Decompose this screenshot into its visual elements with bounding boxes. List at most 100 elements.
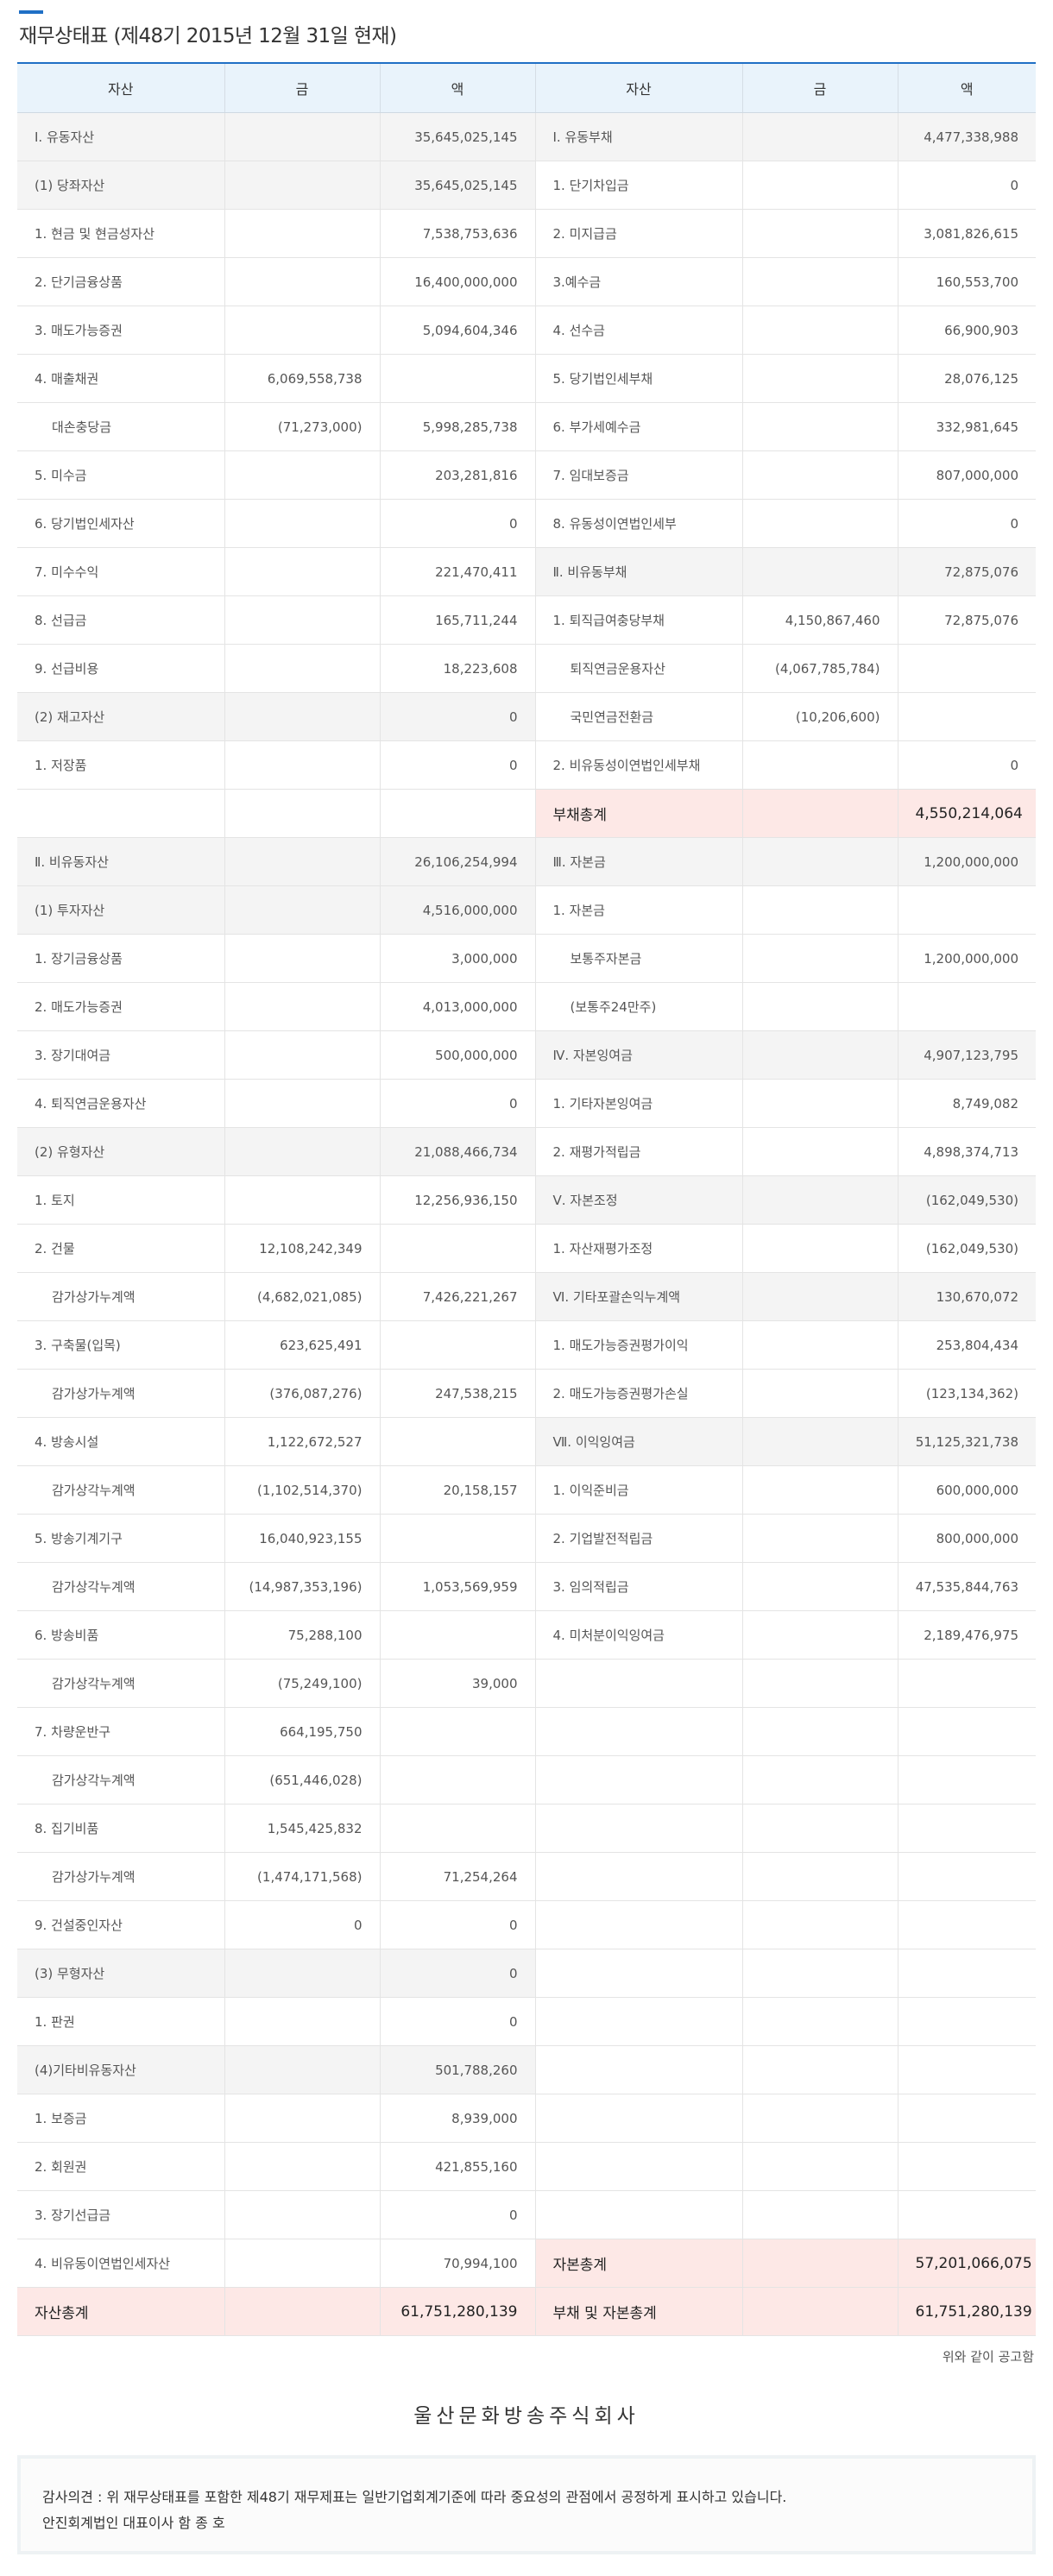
liability-name — [534, 2094, 742, 2143]
liability-amount-total: 130,670,072 — [897, 1272, 1036, 1321]
liability-amount-detail — [741, 209, 898, 258]
table-row: (2) 재고자산 0 국민연금전환금 (10,206,600) — [17, 692, 1036, 741]
table-row: (2) 유형자산 21,088,466,734 2. 재평가적립금 4,898,374… — [17, 1127, 1036, 1176]
table-row: 1. 장기금융상품 3,000,000 보통주자본금 1,200,000,000 — [17, 934, 1036, 983]
liability-amount-detail — [741, 354, 898, 403]
liability-amount-total — [897, 1659, 1036, 1708]
table-row: Ⅱ. 비유동자산 26,106,254,994 Ⅲ. 자본금 1,200,000,00… — [17, 837, 1036, 886]
asset-amount-detail — [224, 1949, 380, 1998]
asset-name: 8. 선급금 — [17, 595, 224, 645]
asset-amount-total: 5,094,604,346 — [379, 305, 535, 355]
liability-amount-detail — [741, 305, 898, 355]
table-row: 감가상가누계액 (1,474,171,568) 71,254,264 — [17, 1852, 1036, 1901]
asset-name: 8. 집기비품 — [17, 1804, 224, 1853]
liability-name — [534, 2190, 742, 2239]
asset-name: 3. 매도가능증권 — [17, 305, 224, 355]
asset-name: (1) 당좌자산 — [17, 161, 224, 210]
asset-name: 9. 건설중인자산 — [17, 1900, 224, 1949]
table-row: 1. 보증금 8,939,000 — [17, 2094, 1036, 2143]
liability-name: 7. 임대보증금 — [534, 450, 742, 500]
liability-name: 4. 미처분이익잉여금 — [534, 1610, 742, 1660]
liability-name: 3.예수금 — [534, 257, 742, 306]
asset-amount-detail: 12,108,242,349 — [224, 1224, 380, 1273]
asset-amount-detail: 16,040,923,155 — [224, 1514, 380, 1563]
liability-amount-detail — [741, 2045, 898, 2094]
asset-amount-detail — [224, 885, 380, 935]
liability-amount-total: 57,201,066,075 — [897, 2239, 1036, 2288]
liability-amount-total: 72,875,076 — [897, 595, 1036, 645]
asset-name: 1. 장기금융상품 — [17, 934, 224, 983]
asset-amount-detail: 1,122,672,527 — [224, 1417, 380, 1466]
liability-amount-total: 0 — [897, 740, 1036, 790]
liability-name: Ⅴ. 자본조정 — [534, 1175, 742, 1225]
asset-amount-detail — [224, 1079, 380, 1128]
asset-amount-total: 1,053,569,959 — [379, 1562, 535, 1611]
asset-name: Ⅰ. 유동자산 — [17, 112, 224, 161]
table-row: 8. 선급금 165,711,244 1. 퇴직급여충당부채 4,150,867,46… — [17, 595, 1036, 645]
asset-name: (2) 재고자산 — [17, 692, 224, 741]
company-name: 울산문화방송주식회사 — [413, 2405, 640, 2428]
liability-name — [534, 1900, 742, 1949]
liability-name: 2. 비유동성이연법인세부채 — [534, 740, 742, 790]
liability-amount-detail — [741, 1175, 898, 1225]
liability-name — [534, 1852, 742, 1901]
liability-name: 1. 자산재평가조정 — [534, 1224, 742, 1273]
asset-amount-total — [379, 789, 535, 838]
liability-amount-total: 160,553,700 — [897, 257, 1036, 306]
liability-name: 1. 자본금 — [534, 885, 742, 935]
liability-amount-detail — [741, 1900, 898, 1949]
liability-amount-total: 0 — [897, 161, 1036, 210]
asset-amount-detail — [224, 257, 380, 306]
liability-name: 부채총계 — [534, 789, 742, 838]
asset-amount-detail: 0 — [224, 1900, 380, 1949]
table-row: 3. 장기대여금 500,000,000 Ⅳ. 자본잉여금 4,907,123,795 — [17, 1030, 1036, 1080]
asset-name: Ⅱ. 비유동자산 — [17, 837, 224, 886]
asset-amount-detail: (75,249,100) — [224, 1659, 380, 1708]
asset-name: 4. 매출채권 — [17, 354, 224, 403]
liability-amount-detail — [741, 1707, 898, 1756]
asset-name: (2) 유형자산 — [17, 1127, 224, 1176]
liability-amount-total — [897, 1949, 1036, 1998]
asset-amount-detail — [224, 934, 380, 983]
liability-amount-detail — [741, 740, 898, 790]
asset-amount-detail — [224, 305, 380, 355]
asset-amount-total: 500,000,000 — [379, 1030, 535, 1080]
table-row: 7. 미수수익 221,470,411 Ⅱ. 비유동부채 72,875,076 — [17, 547, 1036, 596]
liability-name: 2. 미지급금 — [534, 209, 742, 258]
liability-name: 2. 기업발전적립금 — [534, 1514, 742, 1563]
liability-name: 자본총계 — [534, 2239, 742, 2288]
liability-amount-detail: (4,067,785,784) — [741, 644, 898, 693]
asset-amount-total — [379, 1610, 535, 1660]
table-row: 4. 방송시설 1,122,672,527 Ⅶ. 이익잉여금 51,125,321,7… — [17, 1417, 1036, 1466]
liability-amount-total — [897, 1852, 1036, 1901]
audit-opinion-text: 감사의견 : 위 재무상태표를 포함한 제48기 재무제표는 일반기업회계기준에… — [42, 2489, 787, 2505]
liability-amount-total — [897, 644, 1036, 693]
asset-name: 1. 판권 — [17, 1997, 224, 2046]
liability-amount-detail: 4,150,867,460 — [741, 595, 898, 645]
asset-name: 2. 건물 — [17, 1224, 224, 1273]
liability-amount-total: 2,189,476,975 — [897, 1610, 1036, 1660]
asset-name: 6. 당기법인세자산 — [17, 499, 224, 548]
liability-amount-total: 47,535,844,763 — [897, 1562, 1036, 1611]
liability-amount-detail — [741, 1804, 898, 1853]
balance-sheet-table: 자산 금 액 자산 금 액 Ⅰ. 유동자산 35,645,025,145 Ⅰ. 유동… — [17, 62, 1036, 2336]
liability-amount-detail — [741, 1949, 898, 1998]
asset-amount-detail — [224, 2142, 380, 2191]
liability-name — [534, 1755, 742, 1804]
asset-name: 7. 차량운반구 — [17, 1707, 224, 1756]
asset-name: 3. 구축물(입목) — [17, 1320, 224, 1370]
asset-amount-total: 0 — [379, 1079, 535, 1128]
asset-amount-total: 165,711,244 — [379, 595, 535, 645]
asset-amount-total — [379, 1755, 535, 1804]
table-row: 1. 토지 12,256,936,150 Ⅴ. 자본조정 (162,049,530) — [17, 1175, 1036, 1225]
liability-name — [534, 1804, 742, 1853]
liability-amount-detail — [741, 2094, 898, 2143]
liability-amount-total — [897, 2094, 1036, 2143]
asset-amount-total: 221,470,411 — [379, 547, 535, 596]
page-title: 재무상태표 (제48기 2015년 12월 31일 현재) — [19, 25, 397, 47]
table-row: 감가상각누계액 (651,446,028) — [17, 1755, 1036, 1804]
asset-name: (4)기타비유동자산 — [17, 2045, 224, 2094]
table-row: (1) 당좌자산 35,645,025,145 1. 단기차입금 0 — [17, 161, 1036, 210]
asset-amount-total: 12,256,936,150 — [379, 1175, 535, 1225]
table-row: 자산총계 61,751,280,139 부채 및 자본총계 61,751,280,13… — [17, 2287, 1036, 2336]
